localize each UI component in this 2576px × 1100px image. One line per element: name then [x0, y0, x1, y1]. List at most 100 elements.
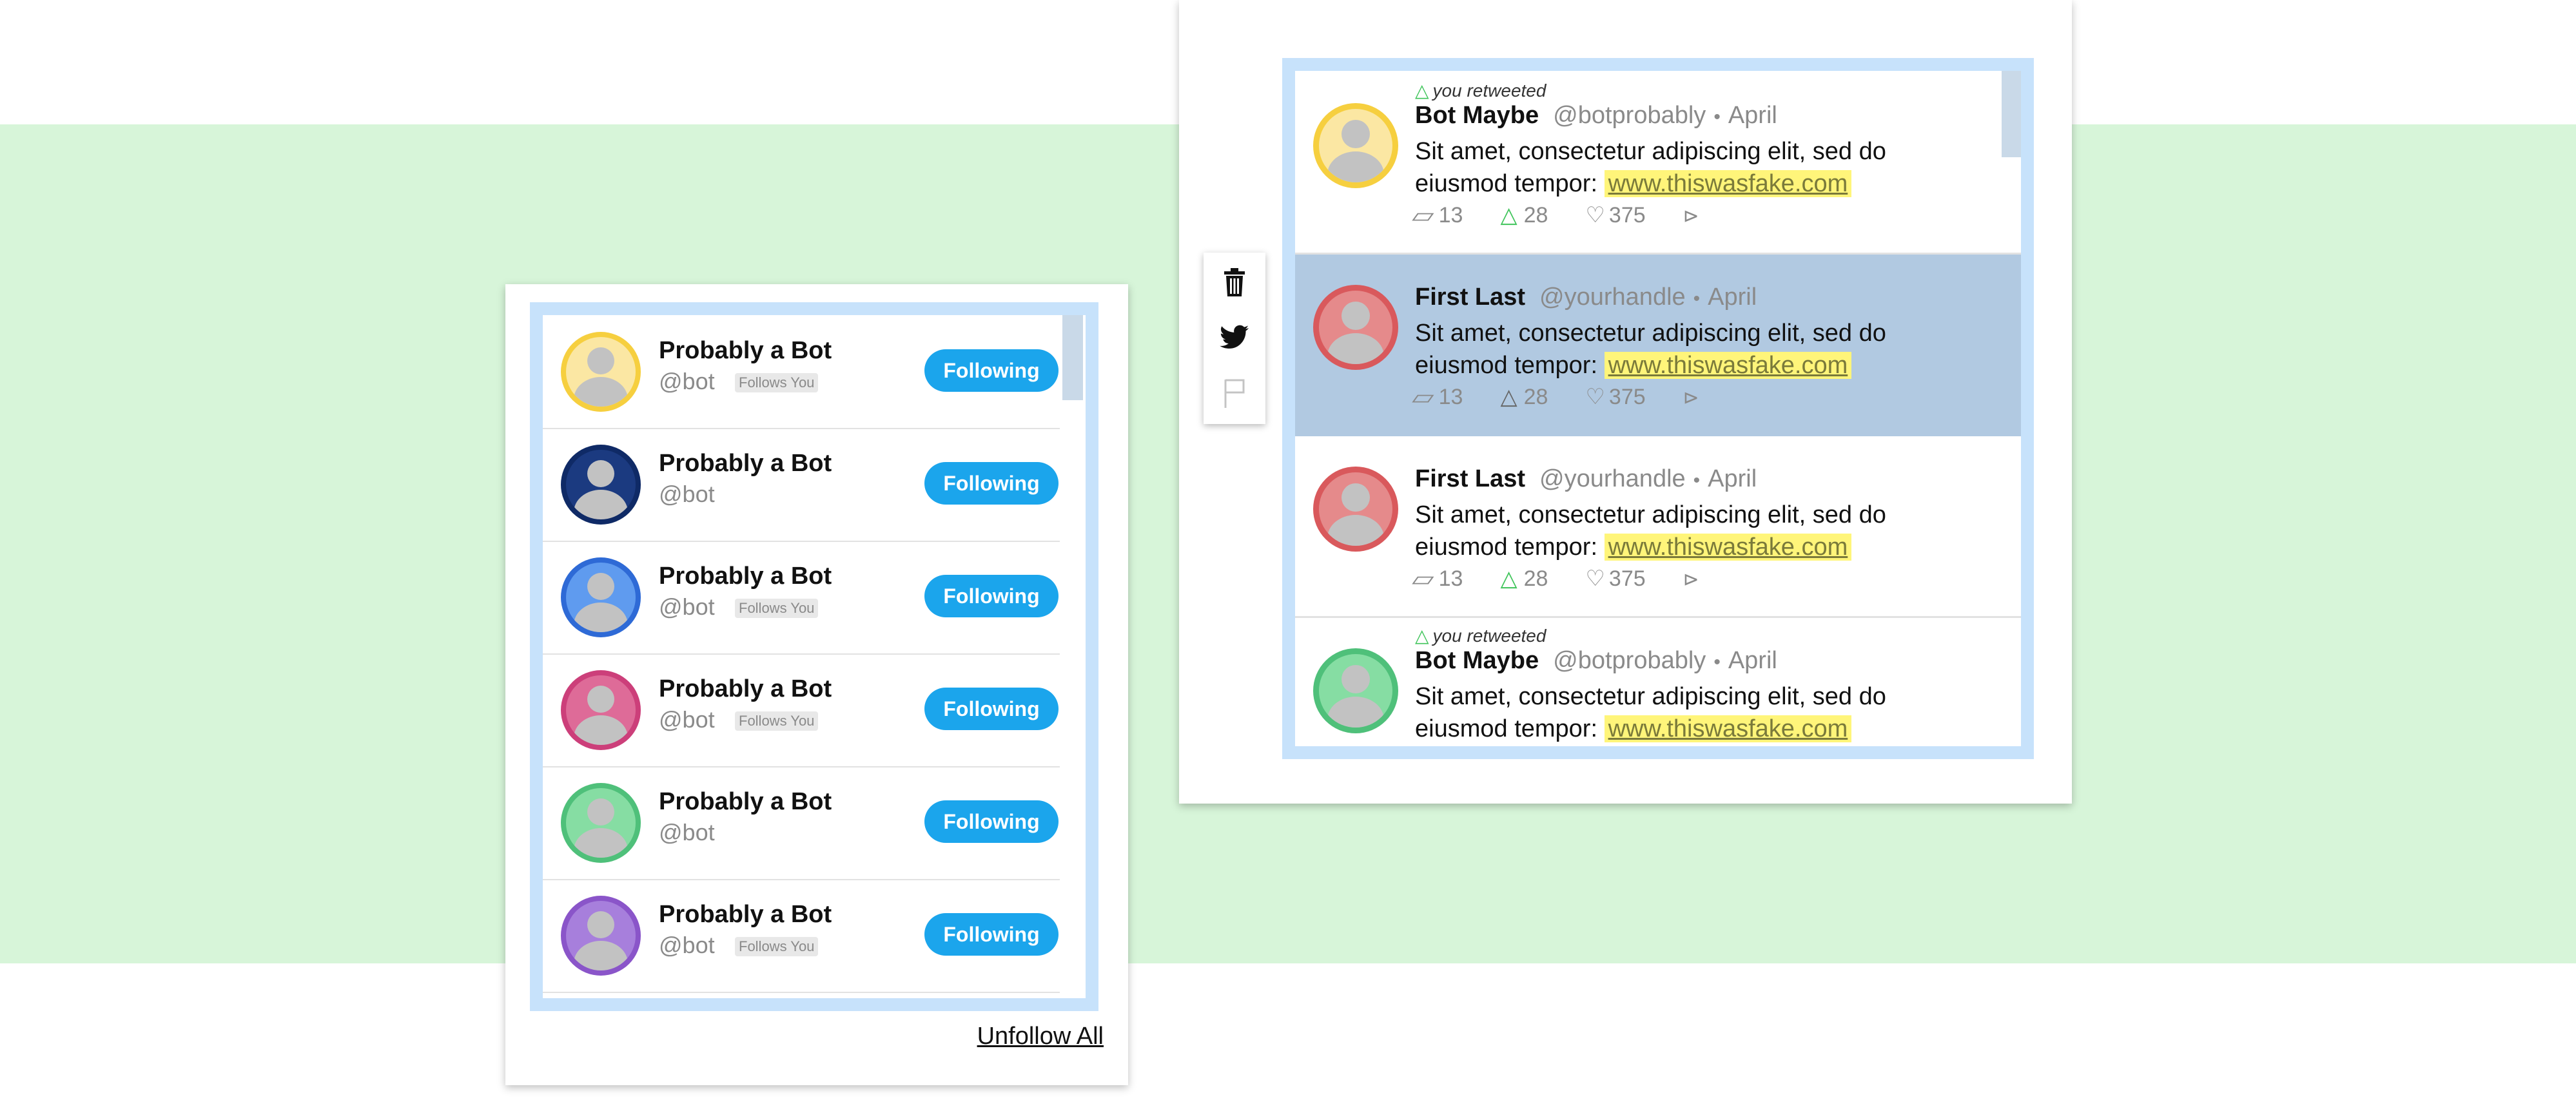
avatar-image — [566, 675, 636, 745]
tweet-author-handle[interactable]: @yourhandle — [1539, 465, 1686, 492]
tweet-author-handle[interactable]: @botprobably — [1553, 647, 1706, 674]
like-button[interactable]: ♡ 375 — [1585, 566, 1645, 591]
avatar[interactable] — [561, 670, 641, 750]
tweet-header: Bot Maybe @botprobably • April — [1415, 102, 1777, 130]
follow-list-item[interactable]: Probably a Bot @bot Follows You Following — [543, 541, 1060, 655]
flag-icon[interactable] — [1216, 375, 1253, 411]
tweet-text: Sit amet, consectetur adipiscing elit, s… — [1415, 135, 1944, 200]
follow-list-item[interactable]: Probably a Bot @bot Follows You Following — [543, 653, 1060, 767]
following-button[interactable]: Following — [924, 575, 1059, 617]
tweet[interactable]: First Last @yourhandle • April Sit amet, con… — [1295, 253, 2021, 436]
list-scrollbar-track[interactable] — [1060, 315, 1086, 998]
user-handle: @bot — [659, 819, 715, 845]
send-icon[interactable]: ⊳ — [1683, 206, 1699, 227]
tweet-author-handle[interactable]: @yourhandle — [1539, 284, 1686, 311]
following-button[interactable]: Following — [924, 349, 1059, 392]
user-handle: @bot — [659, 932, 715, 958]
user-name[interactable]: Probably a Bot — [659, 450, 832, 478]
reply-icon: ▱ — [1412, 385, 1434, 409]
user-name[interactable]: Probably a Bot — [659, 675, 832, 703]
avatar-placeholder-body — [574, 828, 628, 858]
tweet-header: First Last @yourhandle • April — [1415, 284, 1757, 311]
avatar-placeholder-head — [1342, 665, 1370, 693]
user-name[interactable]: Probably a Bot — [659, 788, 832, 816]
like-count: 375 — [1608, 203, 1646, 227]
tweet[interactable]: First Last @yourhandle • April Sit amet, con… — [1295, 434, 2021, 618]
avatar[interactable] — [1313, 467, 1398, 552]
avatar-placeholder-body — [1327, 151, 1384, 182]
reply-button[interactable]: ▱ 13 — [1412, 385, 1463, 409]
tweet-author-handle[interactable]: @botprobably — [1553, 102, 1706, 129]
tweet-link[interactable]: www.thiswasfake.com — [1604, 534, 1852, 561]
avatar[interactable] — [561, 896, 641, 976]
reply-button[interactable]: ▱ 13 — [1412, 566, 1463, 591]
tweet-author-name[interactable]: First Last — [1415, 465, 1525, 492]
avatar-placeholder-head — [587, 573, 614, 600]
send-icon[interactable]: ⊳ — [1683, 387, 1699, 409]
avatar[interactable] — [561, 445, 641, 525]
user-name[interactable]: Probably a Bot — [659, 901, 832, 929]
list-scrollbar-thumb[interactable] — [1062, 315, 1083, 400]
tweet[interactable]: △ you retweeted Bot Maybe @botprobably • Apri… — [1295, 616, 2021, 746]
avatar[interactable] — [1313, 285, 1398, 370]
avatar[interactable] — [1313, 648, 1398, 733]
user-name[interactable]: Probably a Bot — [659, 337, 832, 365]
avatar-placeholder-head — [587, 686, 614, 713]
tweet-link[interactable]: www.thiswasfake.com — [1604, 170, 1852, 197]
follow-list-item[interactable]: Probably a Bot @bot Following — [543, 766, 1060, 880]
tweet-actions: ▱ 13 △ 28 ♡ 375 ⊳ — [1412, 202, 1699, 228]
avatar-placeholder-head — [1342, 302, 1370, 330]
retweet-note-text: you retweeted — [1432, 626, 1547, 646]
retweet-icon: △ — [1500, 566, 1517, 591]
user-name[interactable]: Probably a Bot — [659, 563, 832, 590]
twitter-bird-icon[interactable] — [1216, 320, 1253, 356]
retweet-button[interactable]: △ 28 — [1500, 385, 1548, 409]
reply-count: 13 — [1438, 203, 1463, 227]
following-list-card: Probably a Bot @bot Follows You Following Pr… — [505, 284, 1128, 1085]
following-button[interactable]: Following — [924, 913, 1059, 956]
tweet-author-name[interactable]: Bot Maybe — [1415, 647, 1539, 674]
avatar[interactable] — [561, 557, 641, 637]
separator-dot: • — [1693, 288, 1701, 309]
avatar-image — [1319, 109, 1392, 182]
tweet-author-name[interactable]: Bot Maybe — [1415, 102, 1539, 129]
avatar-image — [1319, 654, 1392, 728]
reply-button[interactable]: ▱ 13 — [1412, 203, 1463, 227]
following-button[interactable]: Following — [924, 688, 1059, 730]
avatar[interactable] — [561, 783, 641, 863]
timeline-feed[interactable]: △ you retweeted Bot Maybe @botprobably • Apri… — [1295, 71, 2021, 746]
retweet-button[interactable]: △ 28 — [1500, 566, 1548, 591]
timeline-scrollbar-thumb[interactable] — [2002, 71, 2021, 157]
following-button[interactable]: Following — [924, 462, 1059, 505]
like-button[interactable]: ♡ 375 — [1585, 385, 1645, 409]
tweet-action-toolbar — [1204, 253, 1265, 424]
tweet-date: April — [1708, 284, 1757, 311]
follow-list-item[interactable]: Probably a Bot @bot Follows You Following — [543, 315, 1060, 429]
avatar[interactable] — [561, 332, 641, 412]
send-icon[interactable]: ⊳ — [1683, 569, 1699, 590]
avatar-image — [1319, 472, 1392, 546]
avatar-placeholder-head — [1342, 483, 1370, 512]
avatar-placeholder-body — [1327, 333, 1384, 364]
follow-list-item[interactable]: Probably a Bot @bot Following — [543, 428, 1060, 542]
following-list[interactable]: Probably a Bot @bot Follows You Following Pr… — [543, 315, 1086, 998]
avatar-placeholder-head — [587, 911, 614, 938]
follow-list-item[interactable]: Probably a Bot @bot Follows You Following — [543, 879, 1060, 993]
like-button[interactable]: ♡ 375 — [1585, 203, 1645, 227]
retweet-count: 28 — [1523, 385, 1548, 409]
retweet-count: 28 — [1523, 566, 1548, 591]
avatar-placeholder-body — [1327, 697, 1384, 728]
unfollow-all-link[interactable]: Unfollow All — [977, 1023, 1104, 1050]
avatar[interactable] — [1313, 103, 1398, 188]
tweet-link[interactable]: www.thiswasfake.com — [1604, 715, 1852, 742]
retweet-button[interactable]: △ 28 — [1500, 203, 1548, 227]
tweet[interactable]: △ you retweeted Bot Maybe @botprobably • Apri… — [1295, 71, 2021, 255]
avatar-image — [566, 563, 636, 632]
tweet-link[interactable]: www.thiswasfake.com — [1604, 352, 1852, 379]
trash-icon[interactable] — [1216, 264, 1253, 300]
separator-dot: • — [1713, 651, 1721, 673]
following-button[interactable]: Following — [924, 800, 1059, 843]
tweet-date: April — [1728, 102, 1777, 129]
avatar-placeholder-head — [587, 798, 614, 825]
tweet-author-name[interactable]: First Last — [1415, 284, 1525, 311]
